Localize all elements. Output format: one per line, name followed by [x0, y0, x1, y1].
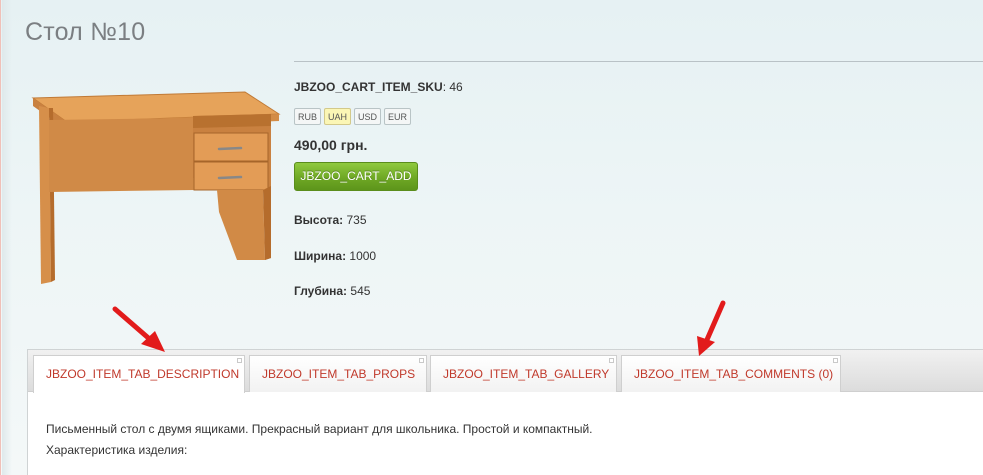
currency-eur[interactable]: EUR	[384, 108, 412, 125]
property-label: Ширина:	[294, 249, 347, 263]
tab-corner-icon	[237, 358, 242, 363]
tab-comments[interactable]: JBZOO_ITEM_TAB_COMMENTS (0)	[621, 355, 841, 392]
property-label: Высота:	[294, 213, 344, 227]
currency-rub[interactable]: RUB	[294, 108, 322, 125]
currency-usd[interactable]: USD	[354, 108, 382, 125]
tab-props[interactable]: JBZOO_ITEM_TAB_PROPS	[249, 355, 427, 392]
tab-description[interactable]: JBZOO_ITEM_TAB_DESCRIPTION	[33, 355, 245, 393]
tab-label: JBZOO_ITEM_TAB_DESCRIPTION	[46, 367, 240, 381]
tab-corner-icon	[609, 358, 614, 363]
currency-switcher: RUB UAH USD EUR	[294, 108, 412, 125]
left-shade	[2, 0, 12, 475]
tabs-container: JBZOO_ITEM_TAB_DESCRIPTION JBZOO_ITEM_TA…	[27, 349, 983, 475]
description-text: Письменный стол с двумя ящиками. Прекрас…	[46, 422, 593, 436]
page-title: Стол №10	[25, 18, 146, 46]
characteristics-heading: Характеристика изделия:	[46, 443, 188, 457]
tab-bar: JBZOO_ITEM_TAB_DESCRIPTION JBZOO_ITEM_TA…	[28, 350, 983, 393]
property-value: 735	[343, 213, 367, 227]
tab-corner-icon	[419, 358, 424, 363]
tab-label: JBZOO_ITEM_TAB_COMMENTS (0)	[634, 367, 834, 381]
property-width: Ширина: 1000	[294, 249, 376, 263]
tab-corner-icon	[833, 358, 838, 363]
property-value: 1000	[346, 249, 377, 263]
tab-content-description: Письменный стол с двумя ящиками. Прекрас…	[46, 422, 593, 464]
property-height: Высота: 735	[294, 213, 367, 227]
sku-line: JBZOO_CART_ITEM_SKU: 46	[294, 80, 463, 94]
price: 490,00 грн.	[294, 137, 368, 153]
tab-gallery[interactable]: JBZOO_ITEM_TAB_GALLERY	[430, 355, 617, 392]
product-page: Стол №10 JBZOO_CART_ITEM_SKU: 46 RUB UAH…	[0, 0, 983, 475]
tab-label: JBZOO_ITEM_TAB_GALLERY	[443, 367, 610, 381]
add-to-cart-button[interactable]: JBZOO_CART_ADD	[294, 162, 418, 191]
property-depth: Глубина: 545	[294, 284, 370, 298]
tab-label: JBZOO_ITEM_TAB_PROPS	[262, 367, 416, 381]
sku-value: : 46	[442, 80, 463, 94]
red-arrow-icon	[112, 306, 165, 352]
property-value: 545	[347, 284, 371, 298]
currency-uah[interactable]: UAH	[324, 108, 352, 125]
property-label: Глубина:	[294, 284, 348, 298]
red-arrow-icon	[697, 300, 726, 356]
sku-label: JBZOO_CART_ITEM_SKU	[294, 80, 443, 94]
product-image-desk[interactable]	[27, 86, 285, 296]
divider	[294, 61, 983, 62]
